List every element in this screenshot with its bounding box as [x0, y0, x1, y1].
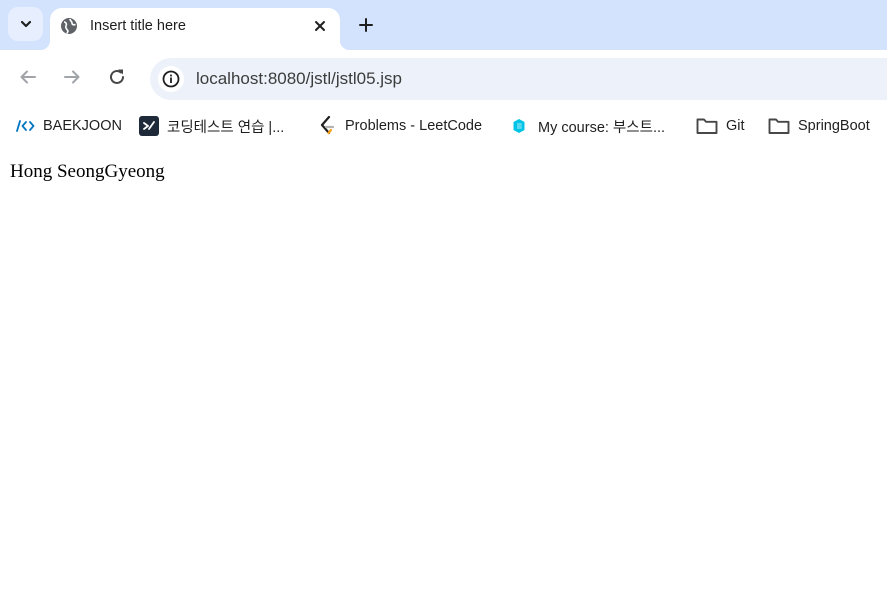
bookmark-label: SpringBoot — [798, 118, 870, 134]
arrow-right-icon — [64, 70, 80, 84]
bookmark-label: BAEKJOON — [43, 118, 122, 134]
close-icon — [315, 21, 325, 31]
browser-toolbar: localhost:8080/jstl/jstl05.jsp — [0, 50, 887, 105]
url-text[interactable]: localhost:8080/jstl/jstl05.jsp — [196, 69, 402, 89]
bookmark-label: Problems - LeetCode — [345, 118, 483, 134]
address-bar[interactable]: localhost:8080/jstl/jstl05.jsp — [150, 58, 887, 100]
bookmark-leetcode[interactable]: Problems - LeetCode — [319, 115, 482, 137]
close-tab-button[interactable] — [309, 15, 331, 37]
back-button[interactable] — [14, 63, 42, 91]
leetcode-icon — [319, 116, 337, 136]
tab-title: Insert title here — [90, 18, 186, 34]
baekjoon-icon — [16, 118, 36, 134]
chevron-down-icon — [20, 20, 31, 28]
folder-icon — [696, 117, 718, 135]
programmers-icon — [139, 116, 159, 136]
bookmarks-bar: BAEKJOON 코딩테스트 연습 |... Problems - LeetCo… — [0, 105, 887, 145]
globe-icon — [61, 18, 77, 34]
bookmark-folder-springboot[interactable]: SpringBoot — [768, 115, 870, 137]
forward-button[interactable] — [58, 63, 86, 91]
bookmark-label: Git — [726, 118, 745, 134]
bookmark-boostcourse[interactable]: My course: 부스트... — [512, 115, 665, 137]
reload-icon — [110, 69, 124, 84]
tab-search-button[interactable] — [8, 7, 43, 41]
site-info-button[interactable] — [158, 66, 184, 92]
new-tab-button[interactable] — [352, 11, 380, 39]
page-content: Hong SeongGyeong — [0, 145, 887, 598]
active-tab[interactable]: Insert title here — [40, 8, 350, 50]
boostcourse-icon — [512, 118, 526, 134]
tab-strip: Insert title here — [0, 0, 887, 50]
plus-icon — [359, 18, 373, 32]
page-text: Hong SeongGyeong — [10, 161, 165, 182]
bookmark-label: My course: 부스트... — [538, 119, 666, 136]
bookmark-baekjoon[interactable]: BAEKJOON — [16, 115, 122, 137]
bookmark-label: 코딩테스트 연습 |... — [167, 119, 285, 136]
info-icon — [162, 70, 180, 88]
arrow-left-icon — [20, 70, 36, 84]
bookmark-folder-git[interactable]: Git — [696, 115, 745, 137]
bookmark-programmers[interactable]: 코딩테스트 연습 |... — [139, 115, 284, 137]
reload-button[interactable] — [103, 63, 131, 91]
folder-icon — [768, 117, 790, 135]
